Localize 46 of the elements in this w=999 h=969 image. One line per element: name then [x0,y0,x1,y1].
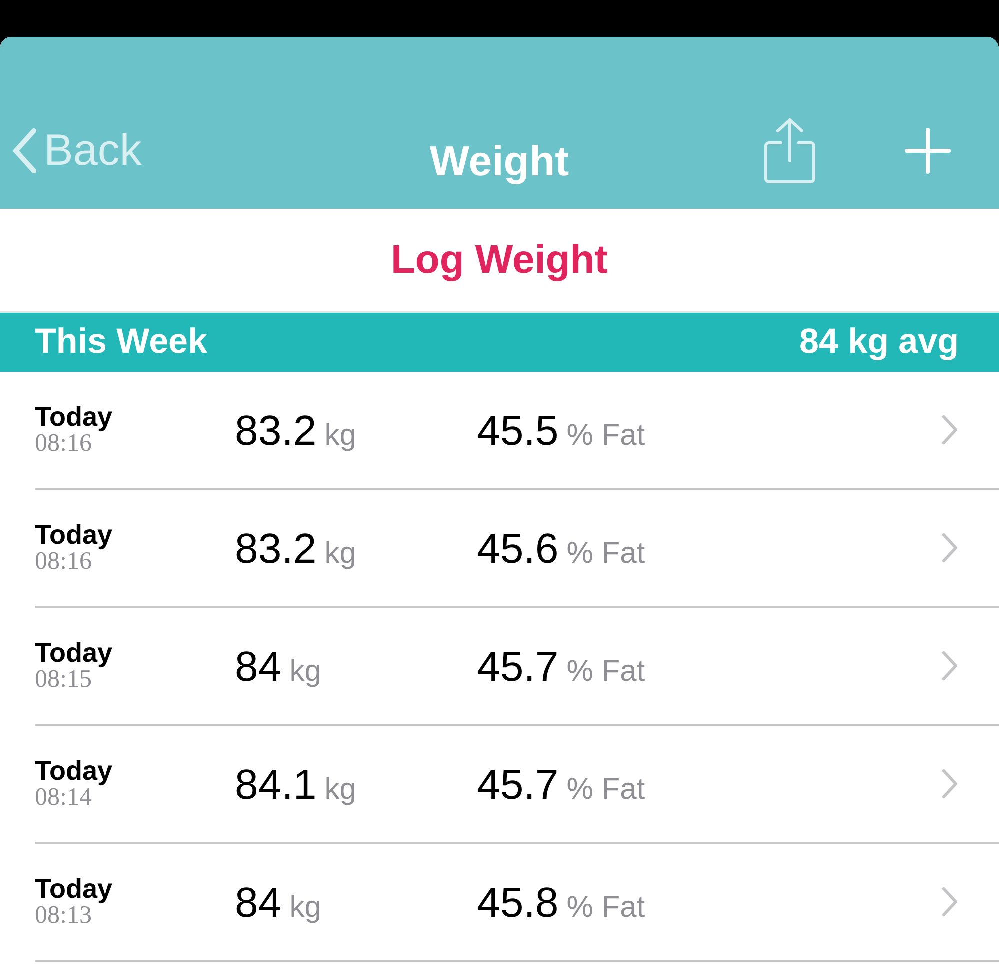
entry-row[interactable]: Today 08:14 84.1 kg 45.7 % Fat [35,726,999,844]
fat-value: 45.5 [477,406,559,456]
weight-unit: kg [290,654,322,690]
weekly-average: 84 kg avg [799,321,959,364]
fat-value: 45.7 [477,642,559,692]
chevron-icon [941,650,959,682]
add-icon[interactable] [905,128,951,174]
entry-row[interactable]: Today 08:16 83.2 kg 45.6 % Fat [35,490,999,608]
weight-value: 83.2 [235,406,317,456]
fat-unit: % Fat [566,772,646,808]
entry-row[interactable]: Today 08:15 84 kg 45.7 % Fat [35,608,999,726]
section-title: This Week [35,321,208,364]
entry-day: Today [35,874,235,904]
entry-row[interactable]: Today 08:16 83.2 kg 45.5 % Fat [35,372,999,490]
fat-unit: % Fat [566,418,646,454]
weight-value: 83.2 [235,524,317,574]
weight-unit: kg [324,772,356,808]
screen-title: Weight [430,138,570,184]
fat-unit: % Fat [566,536,646,572]
chevron-icon [941,532,959,564]
fat-unit: % Fat [566,890,646,926]
chevron-icon [941,768,959,800]
back-chevron-icon [12,128,38,174]
entry-day: Today [35,402,235,432]
weight-unit: kg [290,890,322,926]
fat-value: 45.7 [477,760,559,810]
chevron-icon [941,414,959,446]
entry-time: 08:15 [35,667,92,694]
weight-unit: kg [324,418,356,454]
fat-value: 45.8 [477,878,559,928]
entry-day: Today [35,520,235,550]
weight-value: 84.1 [235,760,317,810]
entry-time: 08:16 [35,549,92,576]
entry-day: Today [35,638,235,668]
chevron-icon [941,886,959,918]
fat-unit: % Fat [566,654,646,690]
entry-time: 08:13 [35,903,92,930]
entry-time: 08:14 [35,785,92,812]
fat-value: 45.6 [477,524,559,574]
share-icon[interactable] [763,117,817,185]
entry-row[interactable]: Today 08:13 84 kg 45.8 % Fat [35,844,999,962]
weight-unit: kg [324,536,356,572]
weight-value: 84 [235,878,282,928]
entry-time: 08:16 [35,431,92,458]
weight-value: 84 [235,642,282,692]
entry-day: Today [35,756,235,786]
